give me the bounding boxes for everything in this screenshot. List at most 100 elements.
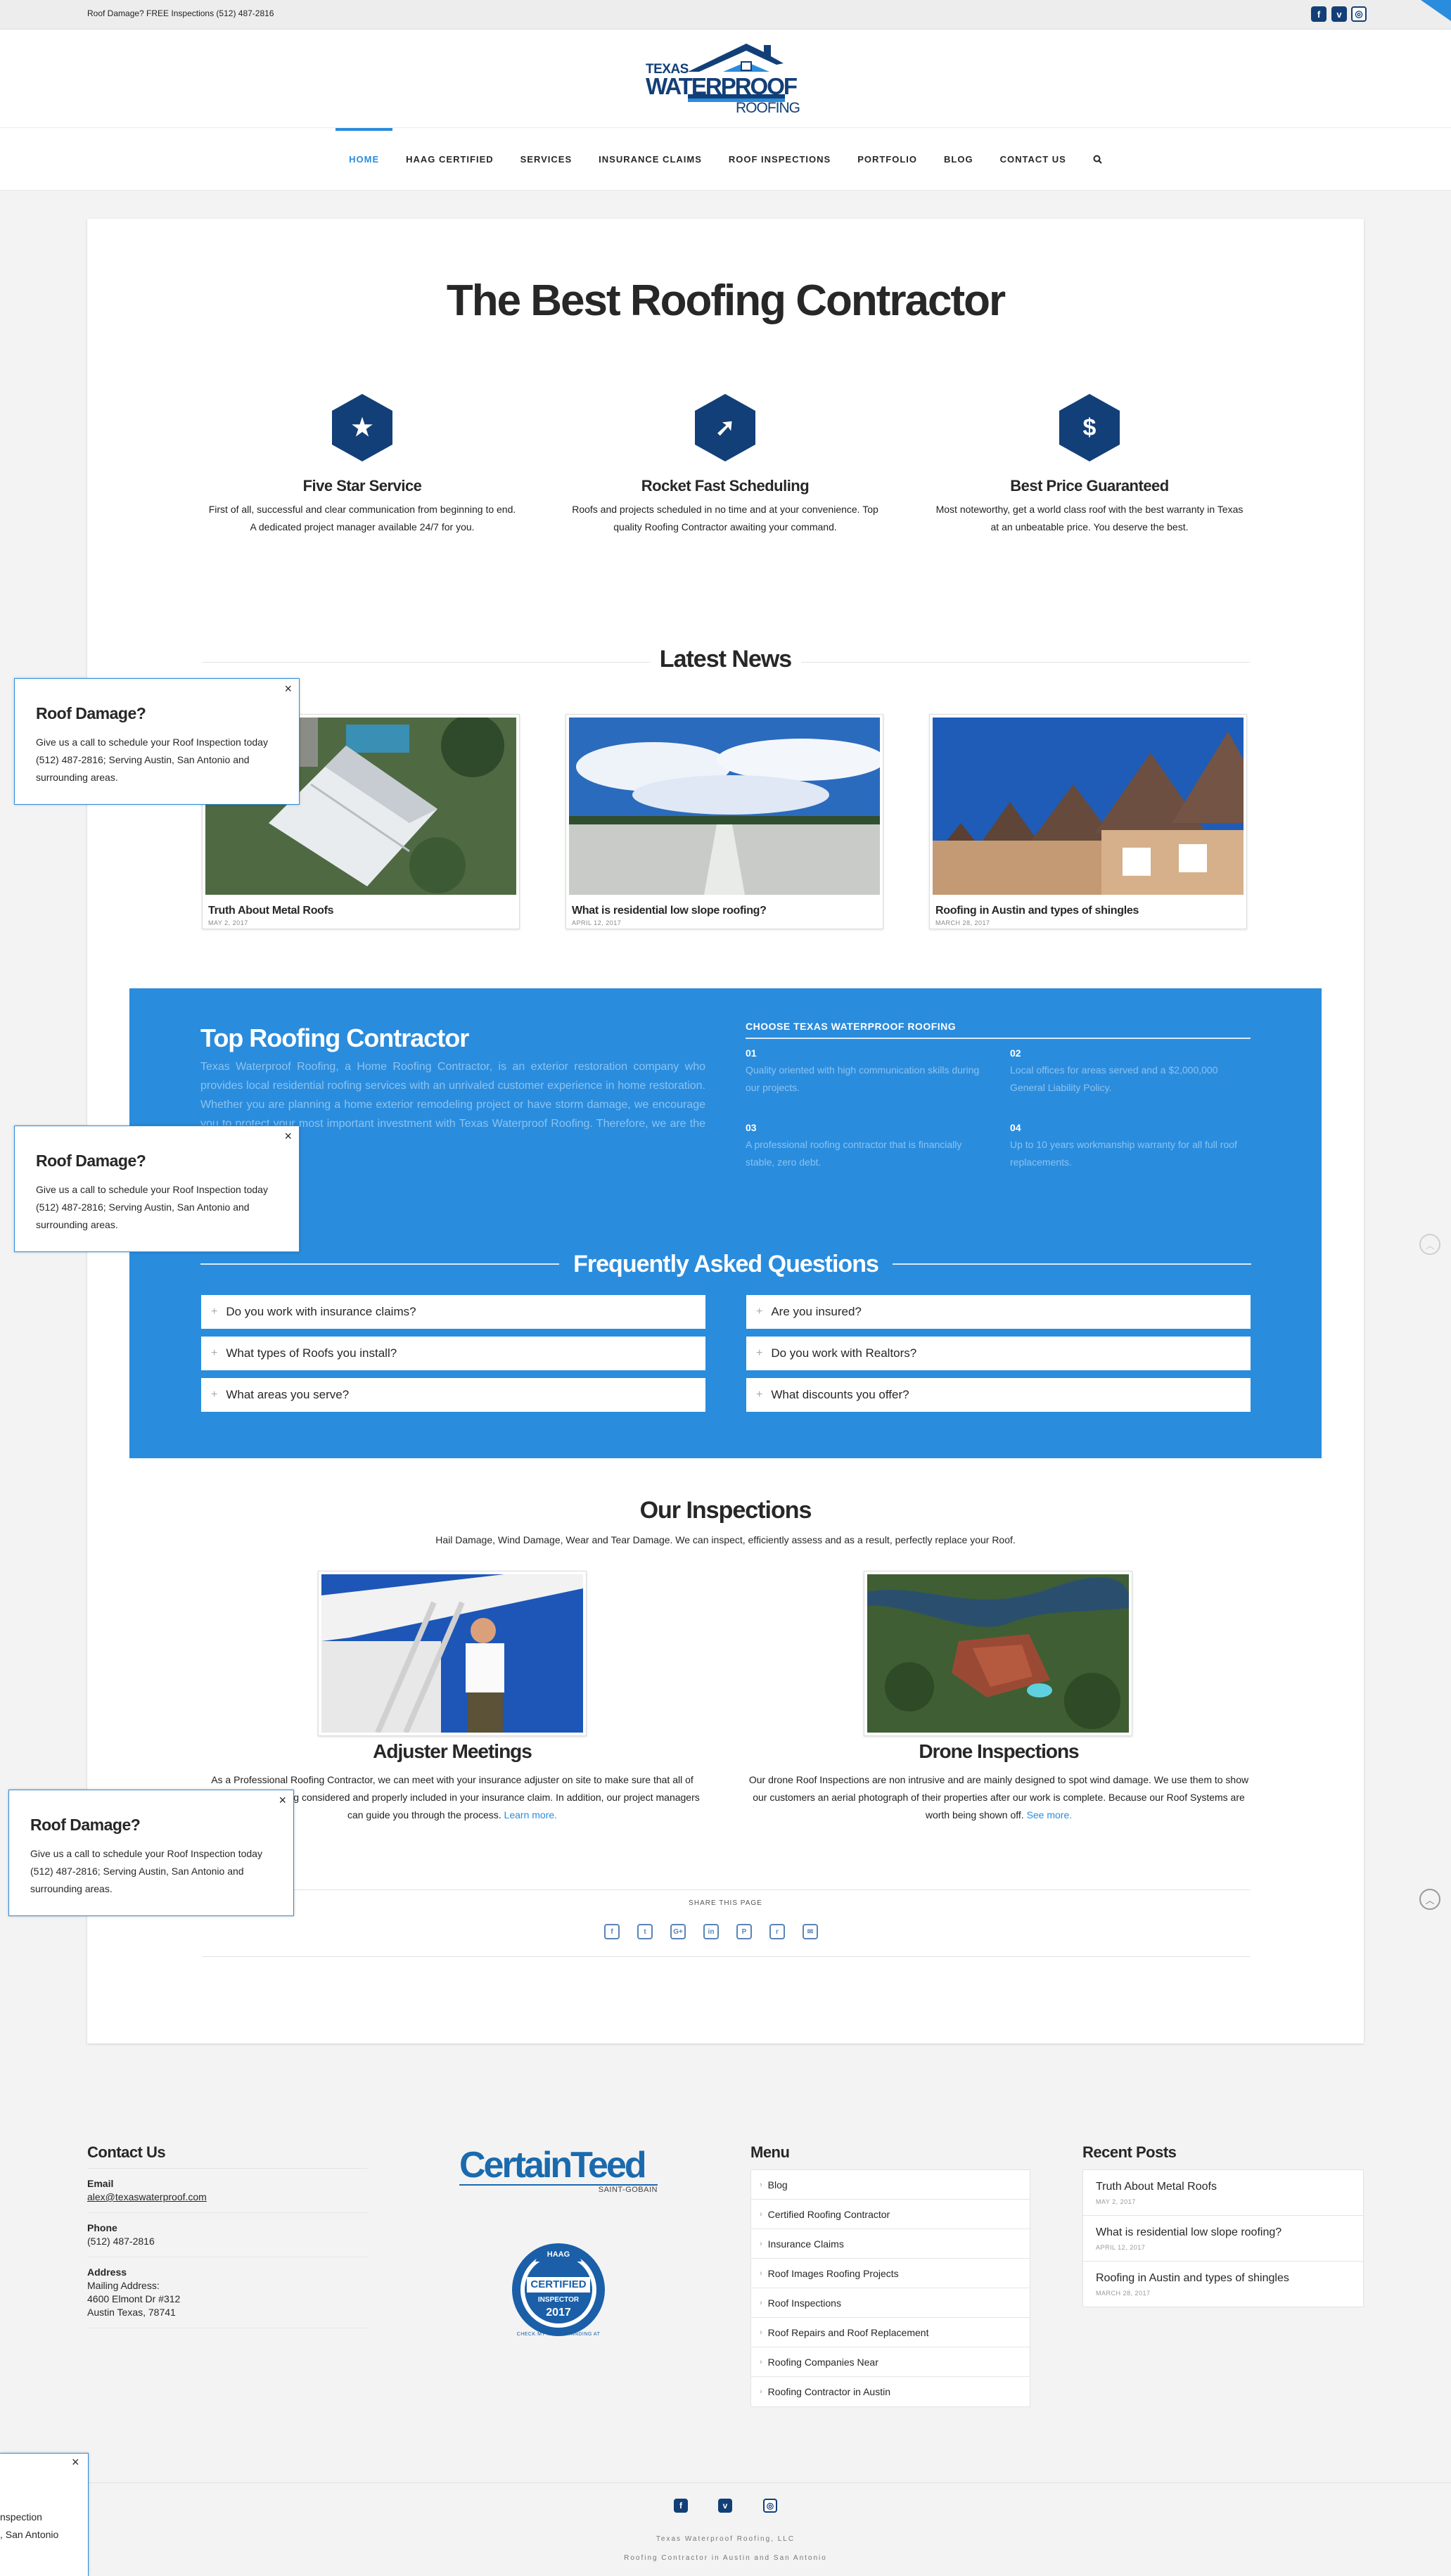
nav-contact-us[interactable]: CONTACT US bbox=[987, 128, 1080, 190]
footer-menu-item[interactable]: › Roof Inspections bbox=[751, 2288, 1030, 2318]
facebook-icon[interactable]: f bbox=[1311, 6, 1327, 22]
top-bar-message: Roof Damage? FREE Inspections (512) 487-… bbox=[87, 8, 274, 18]
news-card[interactable]: Roofing in Austin and types of shingles … bbox=[929, 714, 1247, 929]
plus-icon: + bbox=[756, 1306, 763, 1318]
inspections-title: Our Inspections bbox=[639, 1497, 812, 1524]
reason-number: 01 bbox=[746, 1047, 757, 1059]
address-line: 4600 Elmont Dr #312 bbox=[87, 2293, 181, 2304]
roof-damage-popup: × Roof Damage? Give us a call to schedul… bbox=[8, 1790, 294, 1916]
address-line: Mailing Address: bbox=[87, 2280, 160, 2291]
faq-item[interactable]: + Do you work with Realtors? bbox=[746, 1337, 1251, 1370]
email-link[interactable]: alex@texaswaterproof.com bbox=[87, 2191, 207, 2202]
popup-text: Give us a call to schedule your Roof Ins… bbox=[30, 1848, 262, 1894]
footer-menu-item[interactable]: › Certified Roofing Contractor bbox=[751, 2200, 1030, 2229]
plus-icon: + bbox=[211, 1347, 218, 1359]
faq-item[interactable]: + What types of Roofs you install? bbox=[201, 1337, 705, 1370]
reason-text: A professional roofing contractor that i… bbox=[746, 1139, 962, 1168]
close-icon[interactable]: × bbox=[279, 1793, 286, 1808]
see-more-link[interactable]: See more. bbox=[1027, 1809, 1073, 1821]
adjuster-photo bbox=[321, 1574, 583, 1734]
inspection-text: Our drone Roof Inspections are non intru… bbox=[748, 1774, 1249, 1821]
facebook-share-icon[interactable]: f bbox=[604, 1924, 620, 1939]
faq-heading: Frequently Asked Questions bbox=[200, 1249, 1252, 1280]
faq-question: What areas you serve? bbox=[226, 1388, 350, 1401]
instagram-icon[interactable]: ◎ bbox=[1351, 6, 1367, 22]
chevron-right-icon: › bbox=[760, 2328, 762, 2337]
vimeo-icon[interactable]: v bbox=[1331, 6, 1347, 22]
linkedin-share-icon[interactable]: in bbox=[703, 1924, 719, 1939]
nav-roof-inspections[interactable]: ROOF INSPECTIONS bbox=[715, 128, 844, 190]
chevron-right-icon: › bbox=[760, 2269, 762, 2278]
recent-post[interactable]: Roofing in Austin and types of shingles M… bbox=[1083, 2262, 1363, 2307]
plus-icon: + bbox=[211, 1306, 218, 1318]
nav-haag-certified[interactable]: HAAG CERTIFIED bbox=[392, 128, 507, 190]
site-footer: Contact Us Email alex@texaswaterproof.com… bbox=[0, 2072, 1451, 2576]
footer-menu-item[interactable]: › Blog bbox=[751, 2170, 1030, 2200]
footer-menu-title: Menu bbox=[750, 2143, 790, 2161]
star-icon: ★ bbox=[332, 394, 392, 461]
news-card[interactable]: What is residential low slope roofing? A… bbox=[565, 714, 886, 929]
nav-insurance-claims[interactable]: INSURANCE CLAIMS bbox=[585, 128, 715, 190]
pinterest-share-icon[interactable]: P bbox=[736, 1924, 752, 1939]
footer-menu: › Blog › Certified Roofing Contractor › Ins… bbox=[750, 2169, 1030, 2407]
news-title: Truth About Metal Roofs bbox=[208, 905, 334, 917]
faq-question: Do you work with Realtors? bbox=[771, 1346, 917, 1360]
faq-item[interactable]: + Do you work with insurance claims? bbox=[201, 1295, 705, 1329]
recent-post[interactable]: Truth About Metal Roofs MAY 2, 2017 bbox=[1083, 2170, 1363, 2216]
reddit-share-icon[interactable]: r bbox=[769, 1924, 785, 1939]
faq-item[interactable]: + What areas you serve? bbox=[201, 1378, 705, 1412]
nav-services[interactable]: SERVICES bbox=[507, 128, 586, 190]
share-divider-bottom bbox=[202, 1956, 1250, 1957]
scroll-up-icon[interactable]: ︿ bbox=[1419, 1234, 1440, 1255]
nav-home[interactable]: HOME bbox=[335, 128, 393, 190]
learn-more-link[interactable]: Learn more. bbox=[504, 1809, 557, 1821]
popup-text-fragment: nspection, San Antonio bbox=[0, 2511, 59, 2540]
twitter-share-icon[interactable]: t bbox=[637, 1924, 653, 1939]
facebook-icon[interactable]: f bbox=[674, 2499, 688, 2513]
rocket-icon: ➚ bbox=[695, 394, 755, 461]
popup-title: Roof Damage? bbox=[30, 1816, 141, 1834]
top-bar: Roof Damage? FREE Inspections (512) 487-… bbox=[0, 0, 1451, 30]
popup-title: Roof Damage? bbox=[36, 704, 146, 722]
latest-news-title: Latest News bbox=[649, 646, 802, 672]
news-date: APRIL 12, 2017 bbox=[572, 919, 622, 926]
footer-menu-item[interactable]: › Roof Images Roofing Projects bbox=[751, 2259, 1030, 2288]
main-nav: HOME HAAG CERTIFIED SERVICES INSURANCE C… bbox=[0, 128, 1451, 190]
plus-icon: + bbox=[756, 1389, 763, 1401]
footer-menu-item[interactable]: › Roofing Contractor in Austin bbox=[751, 2377, 1030, 2406]
feature-five-star: ★ Five Star Service First of all, succes… bbox=[207, 394, 517, 536]
footer-menu-item[interactable]: › Roof Repairs and Roof Replacement bbox=[751, 2318, 1030, 2347]
reason-number: 04 bbox=[1010, 1122, 1021, 1133]
roof-damage-popup-clipped: × nspection, San Antonio bbox=[0, 2453, 89, 2576]
recent-post[interactable]: What is residential low slope roofing? AP… bbox=[1083, 2216, 1363, 2262]
scroll-up-icon[interactable]: ︿ bbox=[1419, 1889, 1440, 1910]
email-share-icon[interactable]: ✉ bbox=[803, 1924, 818, 1939]
address-label: Address bbox=[87, 2266, 127, 2278]
address-line: Austin Texas, 78741 bbox=[87, 2307, 176, 2318]
close-icon[interactable]: × bbox=[284, 682, 292, 696]
news-date: MARCH 28, 2017 bbox=[935, 919, 990, 926]
chevron-right-icon: › bbox=[760, 2210, 762, 2219]
faq-item[interactable]: + What discounts you offer? bbox=[746, 1378, 1251, 1412]
drone-photo bbox=[867, 1574, 1129, 1733]
news-title: Roofing in Austin and types of shingles bbox=[935, 905, 1139, 917]
vimeo-icon[interactable]: v bbox=[718, 2499, 732, 2513]
site-logo[interactable]: TEXAS WATERPROOF ROOFING bbox=[646, 41, 807, 118]
section-title: Top Roofing Contractor bbox=[200, 1024, 469, 1052]
footer-menu-item[interactable]: › Insurance Claims bbox=[751, 2229, 1030, 2259]
certainteed-logo: CertainTeed SAINT-GOBAIN bbox=[459, 2145, 658, 2194]
reason-text: Up to 10 years workmanship warranty for … bbox=[1010, 1139, 1237, 1168]
faq-item[interactable]: + Are you insured? bbox=[746, 1295, 1251, 1329]
search-icon[interactable] bbox=[1080, 128, 1116, 190]
faq-question: What types of Roofs you install? bbox=[226, 1346, 397, 1360]
instagram-icon[interactable]: ◎ bbox=[763, 2499, 777, 2513]
feature-title: Rocket Fast Scheduling bbox=[641, 477, 810, 495]
news-date: MAY 2, 2017 bbox=[208, 919, 248, 926]
close-icon[interactable]: × bbox=[72, 2455, 79, 2470]
close-icon[interactable]: × bbox=[284, 1129, 292, 1144]
nav-portfolio[interactable]: PORTFOLIO bbox=[844, 128, 931, 190]
choose-heading: CHOOSE TEXAS WATERPROOF ROOFING bbox=[746, 1021, 1251, 1039]
google-plus-share-icon[interactable]: G+ bbox=[670, 1924, 686, 1939]
footer-menu-item[interactable]: › Roofing Companies Near bbox=[751, 2347, 1030, 2377]
nav-blog[interactable]: BLOG bbox=[931, 128, 987, 190]
